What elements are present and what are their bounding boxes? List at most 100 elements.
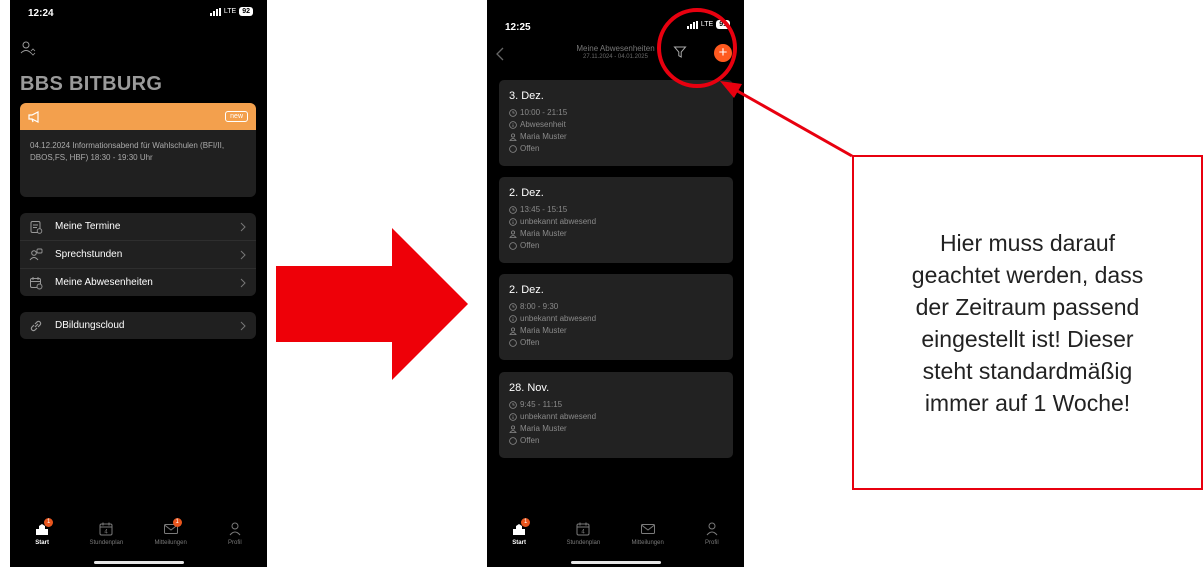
absence-card[interactable]: 28. Nov. 9:45 - 11:15 unbekannt abwesend… — [499, 372, 733, 458]
tab-profil[interactable]: Profil — [205, 515, 265, 567]
calendar-icon: 4 — [576, 522, 590, 536]
menu-item-meine-abwesenheiten[interactable]: Meine Abwesenheiten — [20, 269, 256, 296]
network-label: LTE — [223, 8, 237, 15]
clock-icon — [509, 400, 517, 409]
info-icon — [509, 314, 517, 323]
chevron-right-icon — [240, 250, 246, 259]
notification-badge: 1 — [172, 518, 182, 527]
signal-icon — [209, 7, 221, 16]
absence-card[interactable]: 3. Dez. 10:00 - 21:15 Abwesenheit Maria … — [499, 80, 733, 166]
annotation-callout: Hier muss darauf geachtet werden, dass d… — [852, 155, 1203, 490]
clock-icon — [509, 302, 517, 311]
absence-date: 2. Dez. — [509, 284, 544, 296]
news-header: new — [20, 103, 256, 130]
absence-type-row: Abwesenheit — [509, 120, 566, 129]
absence-time-row: 8:00 - 9:30 — [509, 302, 558, 311]
tab-profil[interactable]: Profil — [682, 515, 742, 567]
absence-date: 2. Dez. — [509, 187, 544, 199]
home-indicator — [570, 561, 661, 564]
tab-label: Profil — [228, 540, 242, 546]
absence-type: unbekannt abwesend — [520, 217, 597, 226]
new-badge: new — [225, 111, 248, 122]
chevron-right-icon — [240, 321, 246, 330]
red-arrow-icon — [276, 228, 468, 380]
calendar-icon: 4 — [99, 522, 113, 536]
absence-status: Offen — [520, 241, 540, 250]
absence-type: unbekannt abwesend — [520, 314, 597, 323]
person-icon — [229, 522, 241, 536]
absence-status-row: Offen — [509, 144, 539, 153]
absence-date: 28. Nov. — [509, 382, 550, 394]
notification-badge: 1 — [44, 518, 54, 527]
status-bar-right: LTE 92 — [209, 7, 253, 16]
absence-time: 13:45 - 15:15 — [520, 205, 568, 214]
absence-card[interactable]: 2. Dez. 13:45 - 15:15 unbekannt abwesend… — [499, 177, 733, 263]
absence-person: Maria Muster — [520, 132, 567, 141]
link-icon — [30, 320, 42, 331]
home-indicator — [93, 561, 184, 564]
menu-item-dbildungscloud[interactable]: DBildungscloud — [20, 312, 256, 339]
tab-label: Start — [512, 540, 526, 546]
tab-label: Profil — [705, 540, 719, 546]
absence-person-row: Maria Muster — [509, 132, 567, 141]
menu-item-sprechstunden[interactable]: Sprechstunden — [20, 241, 256, 269]
school-title: BBS BITBURG — [20, 73, 163, 95]
absence-type-row: unbekannt abwesend — [509, 412, 596, 421]
phone-screen-start: 12:24 LTE 92 BBS BITBURG new 04.12.2024 … — [10, 0, 267, 567]
absence-time-row: 13:45 - 15:15 — [509, 205, 567, 214]
absence-person: Maria Muster — [520, 424, 567, 433]
absence-card[interactable]: 2. Dez. 8:00 - 9:30 unbekannt abwesend M… — [499, 274, 733, 360]
absence-status: Offen — [520, 144, 540, 153]
link-group: DBildungscloud — [20, 312, 256, 339]
status-circle-icon — [509, 144, 517, 153]
tab-start[interactable]: 1 Start — [489, 515, 549, 567]
chevron-right-icon — [240, 222, 246, 231]
news-text: 04.12.2024 Informationsabend für Wahlsch… — [30, 141, 225, 162]
info-icon — [509, 120, 517, 129]
menu-item-label: Sprechstunden — [55, 249, 123, 260]
news-card[interactable]: new 04.12.2024 Informationsabend für Wah… — [20, 103, 256, 197]
calendar-clock-icon — [30, 276, 43, 289]
mail-icon — [640, 524, 655, 534]
person-icon — [509, 229, 517, 238]
clock-icon — [509, 205, 517, 214]
absence-person: Maria Muster — [520, 229, 567, 238]
chevron-right-icon — [240, 278, 246, 287]
menu-item-meine-termine[interactable]: Meine Termine — [20, 213, 256, 241]
absence-time-row: 10:00 - 21:15 — [509, 108, 567, 117]
tab-mitteilungen[interactable]: 1 Mitteilungen — [141, 515, 201, 567]
absence-type-row: unbekannt abwesend — [509, 314, 596, 323]
tab-label: Stundenplan — [566, 540, 601, 546]
highlight-circle — [657, 8, 737, 88]
person-icon — [706, 522, 718, 536]
info-icon — [509, 217, 517, 226]
absence-date: 3. Dez. — [509, 90, 544, 102]
tab-stundenplan[interactable]: 4 Stundenplan — [76, 515, 136, 567]
consultation-icon — [29, 248, 43, 260]
absence-type: Abwesenheit — [520, 120, 566, 129]
tab-start[interactable]: 1 Start — [12, 515, 72, 567]
absence-person: Maria Muster — [520, 326, 567, 335]
battery-icon: 92 — [239, 7, 253, 16]
absence-time: 8:00 - 9:30 — [520, 302, 559, 311]
absence-time-row: 9:45 - 11:15 — [509, 400, 562, 409]
callout-text: Hier muss darauf geachtet werden, dass d… — [911, 229, 1144, 416]
main-menu: Meine Termine Sprechstunden Meine Abwese… — [20, 213, 256, 296]
switch-user-icon[interactable] — [20, 40, 36, 56]
absence-time: 10:00 - 21:15 — [520, 108, 568, 117]
back-chevron-icon[interactable] — [495, 46, 505, 62]
tab-stundenplan[interactable]: 4 Stundenplan — [553, 515, 613, 567]
notification-badge: 1 — [521, 518, 531, 527]
appointments-icon — [30, 220, 43, 234]
status-circle-icon — [509, 338, 517, 347]
tab-mitteilungen[interactable]: Mitteilungen — [618, 515, 678, 567]
absence-person-row: Maria Muster — [509, 229, 567, 238]
info-icon — [509, 412, 517, 421]
absence-status: Offen — [520, 436, 540, 445]
menu-item-label: Meine Termine — [55, 221, 121, 232]
status-circle-icon — [509, 436, 517, 445]
absence-status-row: Offen — [509, 436, 539, 445]
absence-status-row: Offen — [509, 241, 539, 250]
absence-type: unbekannt abwesend — [520, 412, 597, 421]
absence-status: Offen — [520, 338, 540, 347]
